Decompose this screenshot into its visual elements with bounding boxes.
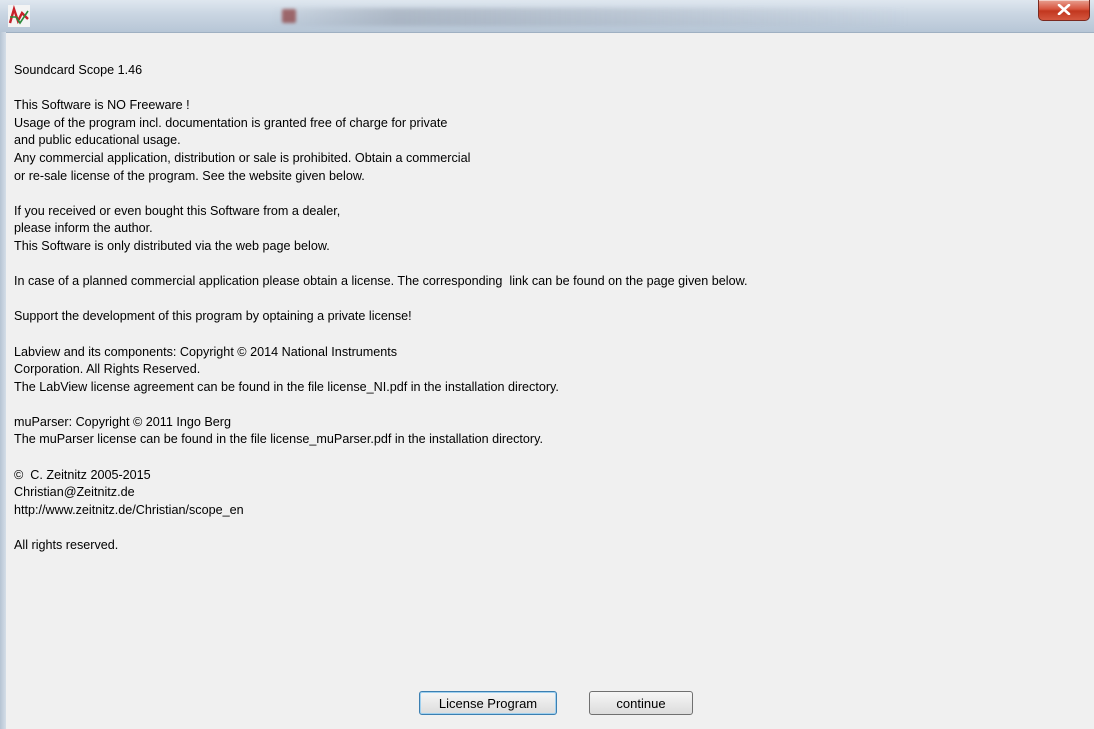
message-line: Support the development of this program …: [14, 309, 412, 324]
message-paragraph: muParser: Copyright © 2011 Ingo Berg The …: [14, 414, 1088, 449]
message-paragraph: All rights reserved.: [14, 537, 1088, 555]
window-border: [0, 32, 6, 729]
message-paragraph: Soundcard Scope 1.46: [14, 62, 1088, 80]
message-line: Corporation. All Rights Reserved.: [14, 362, 201, 377]
message-line: Usage of the program incl. documentation…: [14, 115, 448, 130]
close-icon: [1057, 4, 1071, 15]
message-line: Labview and its components: Copyright © …: [14, 344, 398, 359]
message-paragraph: This Software is NO Freeware ! Usage of t…: [14, 97, 1088, 185]
message-paragraph: If you received or even bought this Soft…: [14, 203, 1088, 256]
license-dialog: Soundcard Scope 1.46 This Software is NO …: [0, 0, 1094, 729]
message-text: Soundcard Scope 1.46 This Software is NO …: [14, 33, 1088, 702]
message-paragraph: Labview and its components: Copyright © …: [14, 344, 1088, 397]
message-line: If you received or even bought this Soft…: [14, 203, 341, 218]
message-line: please inform the author.: [14, 221, 153, 236]
message-line: The muParser license can be found in the…: [14, 432, 543, 447]
message-paragraph: Support the development of this program …: [14, 308, 1088, 326]
button-row: License Program continue: [0, 691, 1094, 717]
message-line: and public educational usage.: [14, 133, 181, 148]
message-line: http://www.zeitnitz.de/Christian/scope_e…: [14, 502, 244, 517]
close-button[interactable]: [1038, 0, 1090, 21]
message-line: In case of a planned commercial applicat…: [14, 274, 748, 289]
message-line: © C. Zeitnitz 2005-2015: [14, 467, 151, 482]
blurred-taskbar-icon: [282, 9, 296, 23]
app-icon: [8, 5, 30, 27]
message-line: Any commercial application, distribution…: [14, 150, 471, 165]
message-line: Soundcard Scope 1.46: [14, 63, 143, 77]
message-line: This Software is NO Freeware !: [14, 98, 190, 113]
message-line: Christian@Zeitnitz.de: [14, 485, 135, 500]
message-paragraph: © C. Zeitnitz 2005-2015 Christian@Zeitnit…: [14, 467, 1088, 520]
message-paragraph: In case of a planned commercial applicat…: [14, 273, 1088, 291]
license-program-button[interactable]: License Program: [419, 691, 557, 715]
continue-button[interactable]: continue: [589, 691, 693, 715]
message-line: muParser: Copyright © 2011 Ingo Berg: [14, 414, 231, 429]
title-bar[interactable]: [0, 0, 1094, 33]
message-line: The LabView license agreement can be fou…: [14, 379, 559, 394]
blurred-taskbar-area: [270, 8, 910, 26]
message-line: or re-sale license of the program. See t…: [14, 168, 365, 183]
message-line: All rights reserved.: [14, 538, 119, 553]
message-line: This Software is only distributed via th…: [14, 238, 330, 253]
